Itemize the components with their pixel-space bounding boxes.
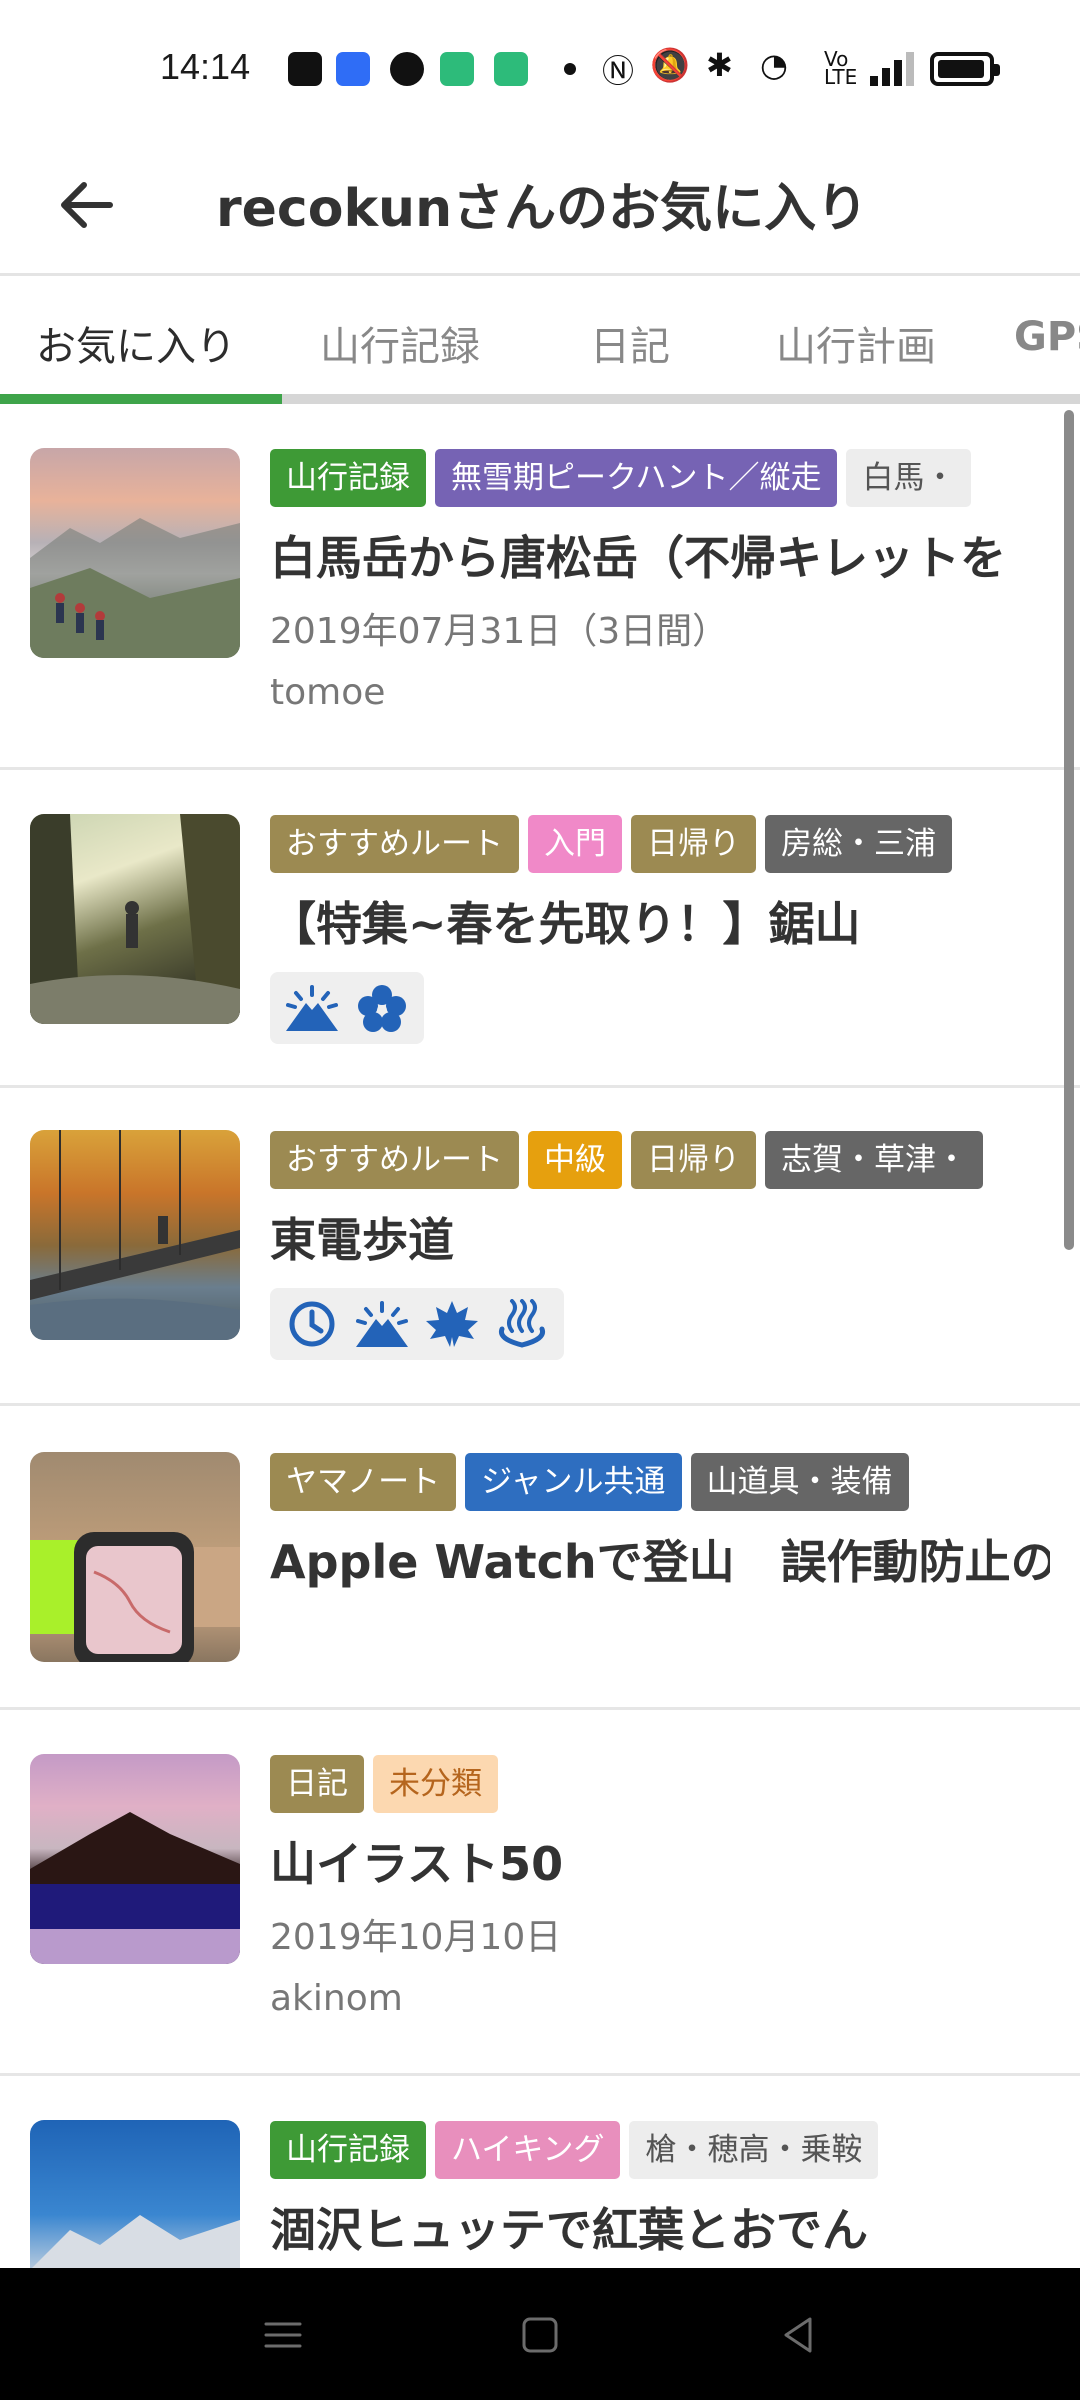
scrollbar[interactable] [1064,410,1074,1250]
tab-active-indicator [0,394,282,404]
thumbnail-image [30,448,240,658]
item-title: 【特集~春を先取り！】鋸山 [270,897,861,951]
item-date: 2019年07月31日（3日間） [270,611,729,652]
battery-app-icon [494,52,528,86]
volte-icon: Vo LTE [824,47,858,89]
tag-list: おすすめルート 中級 日帰り 志賀・草津・ [270,1131,992,1191]
tab-favorites[interactable]: お気に入り [36,314,236,372]
home-icon[interactable] [515,2310,565,2360]
menu-icon[interactable] [258,2310,308,2360]
notification-dot [564,63,576,75]
item-title: Apple Watchで登山 誤作動防止の [270,1535,1050,1589]
autumn-leaf-icon [426,1301,478,1347]
tag-badge: おすすめルート [270,1131,519,1189]
tag-badge: 日帰り [631,815,756,873]
tag-badge: 志賀・草津・ [765,1131,983,1189]
list-item[interactable]: おすすめルート 中級 日帰り 志賀・草津・ 東電歩道 [0,1088,1080,1406]
tag-badge: 房総・三浦 [765,815,952,873]
tag-badge: ヤマノート [270,1453,457,1511]
tab-bar: お気に入り 山行記録 日記 山行計画 GPS [0,276,1080,404]
list-item[interactable]: おすすめルート 入門 日帰り 房総・三浦 【特集~春を先取り！】鋸山 [0,770,1080,1088]
tab-plans[interactable]: 山行計画 [776,314,936,372]
thumbnail-image [30,1452,240,1662]
mountain-view-icon [356,1301,408,1347]
item-title: 山イラスト50 [270,1837,564,1891]
thumbnail-image [30,1754,240,1964]
feature-icons [270,1288,564,1360]
tab-diary[interactable]: 日記 [590,314,670,372]
tag-badge: 山行記録 [270,2121,426,2179]
item-date: 2019年10月10日 [270,1917,562,1958]
bluetooth-icon: ✱ [706,46,733,84]
list-item[interactable]: ヤマノート ジャンル共通 山道具・装備 Apple Watchで登山 誤作動防止の [0,1406,1080,1710]
item-user: tomoe [270,672,386,713]
nfc-icon: Ⓝ [602,52,635,90]
tag-badge: 山行記録 [270,449,426,507]
tag-list: 山行記録 無雪期ピークハント／縦走 白馬・ [270,449,980,509]
thumbnail-image [30,814,240,1024]
tag-badge: 無雪期ピークハント／縦走 [435,449,838,507]
status-bar: 14:14 Ⓝ 🔕 ✱ ◔ Vo LTE [0,0,1080,138]
tag-badge: 山道具・装備 [690,1453,909,1511]
tag-badge: ハイキング [435,2121,621,2179]
list-item[interactable]: 日記 未分類 山イラスト50 2019年10月10日 akinom [0,1710,1080,2076]
tag-list: 日記 未分類 [270,1755,507,1815]
thumbnail-image [30,2120,240,2268]
thumbnail-image [30,1130,240,1340]
facebook-icon [390,52,424,86]
tag-list: ヤマノート ジャンル共通 山道具・装備 [270,1453,918,1513]
back-triangle-icon[interactable] [774,2310,824,2360]
tag-badge: 入門 [528,815,622,873]
wifi-icon: ◔ [760,46,788,84]
item-title: 白馬岳から唐松岳（不帰キレットを [270,531,1006,585]
data-app-icon [440,52,474,86]
status-time: 14:14 [160,46,251,87]
favorites-list[interactable]: 山行記録 無雪期ピークハント／縦走 白馬・ 白馬岳から唐松岳（不帰キレットを 201… [0,404,1080,2268]
hot-spring-icon [498,1299,546,1348]
tag-list: 山行記録 ハイキング 槍・穂高・乗鞍 [270,2121,887,2181]
message-icon [288,52,322,86]
feature-icons [270,972,424,1044]
list-item[interactable]: 山行記録 無雪期ピークハント／縦走 白馬・ 白馬岳から唐松岳（不帰キレットを 201… [0,404,1080,770]
mute-icon: 🔕 [650,46,690,84]
tag-badge: 中級 [528,1131,622,1189]
arrow-left-icon[interactable] [52,170,122,240]
page-title: recokunさんのお気に入り [216,179,869,239]
mountain-view-icon [286,985,338,1031]
tab-records[interactable]: 山行記録 [320,314,480,372]
nfc-broadcast-icon [336,52,370,86]
item-user: akinom [270,1978,403,2019]
tag-badge: 槍・穂高・乗鞍 [629,2121,879,2179]
list-item[interactable]: 山行記録 ハイキング 槍・穂高・乗鞍 涸沢ヒュッテで紅葉とおでん [0,2076,1080,2268]
tab-gps[interactable]: GPS [1014,314,1080,360]
battery-icon [930,52,1000,86]
system-nav-bar [0,2268,1080,2400]
tag-badge: 白馬・ [846,449,972,507]
tag-badge: ジャンル共通 [465,1453,682,1511]
tag-list: おすすめルート 入門 日帰り 房総・三浦 [270,815,961,875]
tag-badge: 未分類 [373,1755,498,1813]
item-title: 東電歩道 [270,1213,454,1267]
tag-badge: 日帰り [631,1131,756,1189]
item-title: 涸沢ヒュッテで紅葉とおでん [270,2203,868,2257]
signal-icon [870,52,916,86]
flower-icon [358,985,406,1032]
tag-badge: 日記 [270,1755,364,1813]
clock-icon [289,1301,335,1347]
tag-badge: おすすめルート [270,815,519,873]
app-bar: recokunさんのお気に入り [0,138,1080,276]
